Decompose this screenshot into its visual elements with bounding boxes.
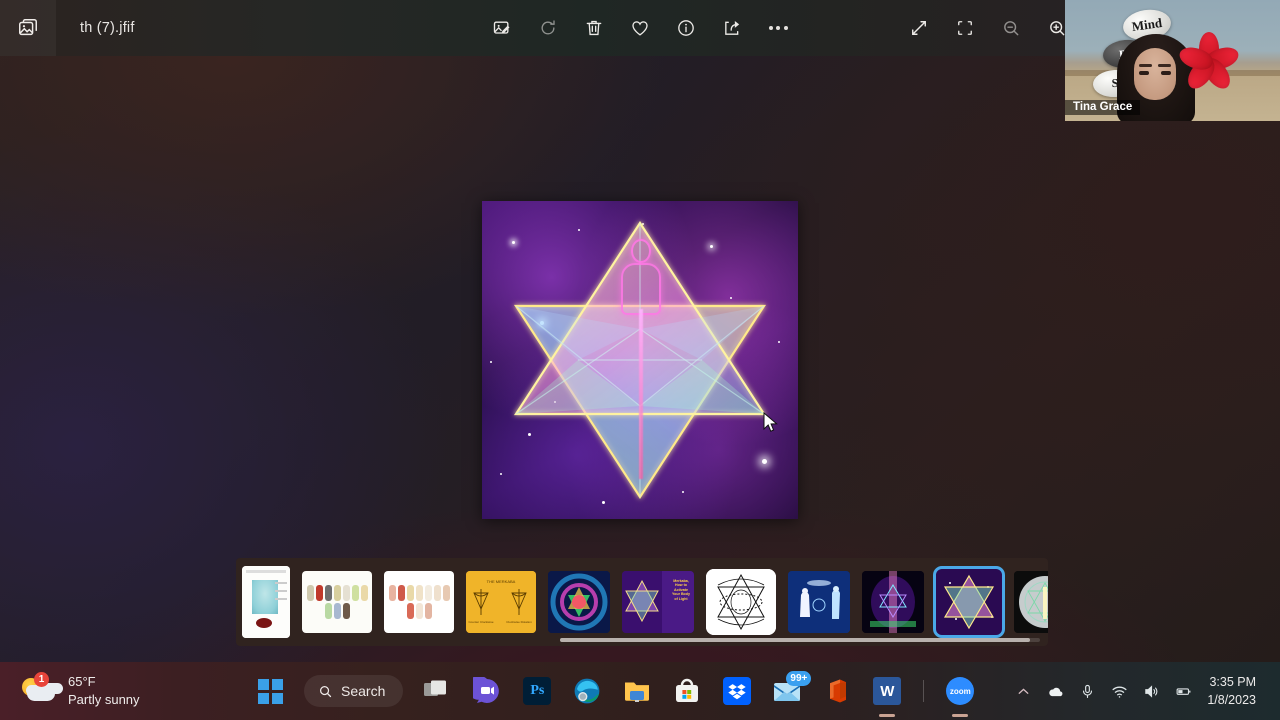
wifi-icon[interactable] <box>1103 671 1135 711</box>
thumbnail-list: THE MERKABA Counter Clockwise Clockwise … <box>236 566 1048 638</box>
microphone-icon[interactable] <box>1071 671 1103 711</box>
mail-button[interactable]: 99+ <box>767 671 812 711</box>
zoom-out-icon[interactable] <box>988 8 1034 48</box>
thumbnail-merkaba-dark[interactable] <box>862 571 924 633</box>
windows-logo-icon <box>257 678 283 704</box>
chat-video-icon <box>473 677 500 703</box>
weather-widget[interactable]: 1 65°F Partly sunny <box>0 672 240 708</box>
thumbnail-caption: Merkaba, How to Activate Your Body of Li… <box>672 579 690 601</box>
show-hidden-icons-chevron[interactable] <box>1007 671 1039 711</box>
info-icon[interactable] <box>663 8 709 48</box>
thumbnail-merkaba-light-body[interactable]: Merkaba, How to Activate Your Body of Li… <box>622 571 694 633</box>
folder-icon <box>625 682 650 702</box>
search-button[interactable]: Search <box>304 675 404 707</box>
taskbar: 1 65°F Partly sunny Search Ps 99+ W zoom… <box>0 662 1280 720</box>
search-icon <box>319 685 332 697</box>
thumbnail-ascension-figures[interactable] <box>788 571 850 633</box>
word-active-indicator <box>879 714 896 717</box>
photos-app-icon[interactable] <box>0 0 56 56</box>
system-tray: 3:35 PM 1/8/2023 <box>1007 671 1280 711</box>
figure-head <box>631 239 651 263</box>
edge-icon <box>574 678 600 704</box>
dropbox-icon <box>723 677 752 705</box>
desktop: th (7).jfif Mind S Tina Grace THE MERKAB… <box>0 0 1280 720</box>
delete-icon[interactable] <box>571 8 617 48</box>
light-body-figure <box>615 239 667 479</box>
figure-light-column <box>639 309 643 479</box>
zoom-app-icon: zoom <box>946 677 975 705</box>
figure-torso <box>621 263 661 315</box>
share-icon[interactable] <box>709 8 755 48</box>
zoom-button[interactable]: zoom <box>940 671 980 717</box>
weather-condition: Partly sunny <box>68 692 140 707</box>
fullscreen-icon[interactable] <box>896 8 942 48</box>
rotate-icon[interactable] <box>525 8 571 48</box>
weather-temperature: 65°F <box>68 674 96 690</box>
thumbnail-merkaba-selected[interactable] <box>933 566 1005 638</box>
thumbnail-energy-field[interactable] <box>548 571 610 633</box>
microsoft-store-button[interactable] <box>667 671 707 711</box>
edge-button[interactable] <box>567 671 607 711</box>
file-explorer-button[interactable] <box>617 671 657 711</box>
weather-icon: 1 <box>22 672 58 706</box>
clock[interactable]: 3:35 PM 1/8/2023 <box>1199 673 1270 709</box>
dropbox-button[interactable] <box>717 671 757 711</box>
photoshop-icon: Ps <box>523 677 552 705</box>
thumbnail-body-types-chart[interactable] <box>302 571 372 633</box>
task-view-icon <box>424 680 447 696</box>
svg-text:Counter Clockwise: Counter Clockwise <box>468 620 493 624</box>
mouse-cursor <box>763 412 778 432</box>
word-icon: W <box>873 677 902 705</box>
webcam-overlay[interactable]: Mind Bo S Tina Grace <box>1065 0 1280 121</box>
image-viewer[interactable] <box>482 201 798 519</box>
office-button[interactable] <box>817 671 857 711</box>
search-label: Search <box>341 683 386 699</box>
fit-to-window-icon[interactable] <box>942 8 988 48</box>
office-icon <box>830 679 847 703</box>
word-button[interactable]: W <box>867 671 907 717</box>
favorite-icon[interactable] <box>617 8 663 48</box>
flower-decoration <box>1176 28 1242 94</box>
battery-icon[interactable] <box>1167 671 1199 711</box>
thumbnail-merkaba-line-drawing[interactable] <box>706 569 776 635</box>
weather-notification-badge: 1 <box>34 672 49 687</box>
thumbnail-light-body-sphere[interactable] <box>1014 571 1048 633</box>
start-button[interactable] <box>250 671 290 711</box>
volume-icon[interactable] <box>1135 671 1167 711</box>
cloud-icon <box>27 686 55 701</box>
horizontal-scrollbar[interactable] <box>560 638 1030 642</box>
svg-text:THE MERKABA: THE MERKABA <box>487 579 516 584</box>
taskbar-divider <box>923 680 925 702</box>
thumbnail-yellow-diagram[interactable]: THE MERKABA Counter Clockwise Clockwise … <box>466 571 536 633</box>
clock-date: 1/8/2023 <box>1207 693 1256 707</box>
store-icon <box>676 678 699 702</box>
more-options-icon[interactable] <box>755 8 801 48</box>
file-name-label: th (7).jfif <box>80 20 135 36</box>
horizontal-scrollbar-track[interactable] <box>560 638 1040 642</box>
filmstrip[interactable]: THE MERKABA Counter Clockwise Clockwise … <box>236 558 1048 646</box>
more-dots <box>768 26 788 30</box>
taskbar-apps: Search Ps 99+ W zoom <box>250 671 980 717</box>
taskview-button[interactable] <box>417 671 457 711</box>
participant-name-label: Tina Grace <box>1065 100 1141 115</box>
clock-time: 3:35 PM <box>1209 674 1256 689</box>
weather-text: 65°F Partly sunny <box>68 673 140 708</box>
svg-text:Clockwise Rotation: Clockwise Rotation <box>506 620 532 624</box>
onedrive-icon[interactable] <box>1039 671 1071 711</box>
thumbnail-emotion-body-chart[interactable] <box>384 571 454 633</box>
zoom-active-indicator <box>952 714 969 717</box>
zoom-toolbar <box>896 0 1080 56</box>
image-toolbar <box>479 0 801 56</box>
photoshop-button[interactable]: Ps <box>517 671 557 711</box>
face <box>1134 48 1176 100</box>
edit-image-icon[interactable] <box>479 8 525 48</box>
thumbnail-meridian-chart[interactable] <box>242 566 290 638</box>
mail-unread-badge: 99+ <box>786 671 812 686</box>
teams-chat-button[interactable] <box>467 671 507 711</box>
